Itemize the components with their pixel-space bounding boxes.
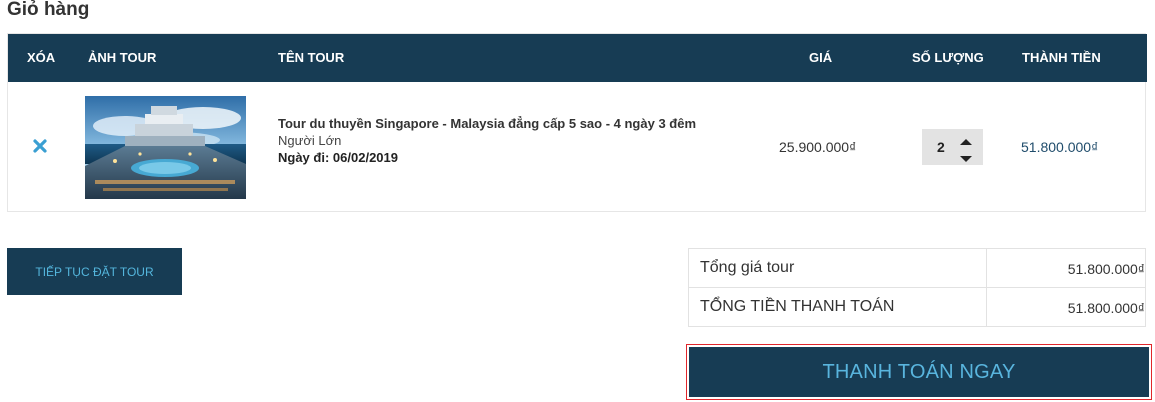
continue-booking-button[interactable]: TIẾP TỤC ĐẶT TOUR [7,248,182,295]
cart-table: XÓA ẢNH TOUR TÊN TOUR GIÁ SỐ LƯỢNG THÀNH… [7,33,1147,212]
quantity-stepper[interactable]: 2 [922,129,983,165]
tour-name[interactable]: Tour du thuyền Singapore - Malaysia đẳng… [278,115,696,132]
grand-total-label: TỔNG TIỀN THANH TOÁN [700,298,895,315]
unit-price: 25.900.000₫ [779,139,857,155]
header-image: ẢNH TOUR [88,50,157,65]
table-row: Tour du thuyền Singapore - Malaysia đẳng… [8,82,1145,212]
summary-row-subtotal: Tổng giá tour 51.800.000₫ [689,249,1145,288]
caret-down-icon[interactable] [959,151,973,162]
line-total: 51.800.000₫ [1021,139,1099,155]
tour-passenger-type: Người Lớn [278,133,342,148]
header-name: TÊN TOUR [278,50,345,65]
summary-row-grand-total: TỔNG TIỀN THANH TOÁN 51.800.000₫ [689,288,1145,327]
header-delete: XÓA [27,50,56,65]
header-price: GIÁ [809,50,833,65]
tour-date-value: 06/02/2019 [332,150,398,165]
pay-now-button[interactable]: THANH TOÁN NGAY [689,347,1149,397]
pay-now-highlight: THANH TOÁN NGAY [686,344,1152,400]
summary-divider [986,249,987,288]
subtotal-label: Tổng giá tour [700,259,795,276]
summary-divider [986,288,987,327]
caret-up-icon[interactable] [959,134,973,145]
tour-info: Tour du thuyền Singapore - Malaysia đẳng… [278,115,696,166]
close-icon[interactable] [32,138,48,154]
header-quantity: SỐ LƯỢNG [912,50,984,65]
subtotal-value: 51.800.000₫ [1067,261,1145,277]
header-total: THÀNH TIỀN [1022,50,1101,65]
cart-table-header: XÓA ẢNH TOUR TÊN TOUR GIÁ SỐ LƯỢNG THÀNH… [8,34,1147,82]
order-summary: Tổng giá tour 51.800.000₫ TỔNG TIỀN THAN… [688,248,1146,327]
tour-image[interactable] [85,96,246,199]
quantity-value[interactable]: 2 [937,139,945,155]
page-title: Giỏ hàng [7,0,90,20]
tour-departure-date: Ngày đi: 06/02/2019 [278,149,696,166]
grand-total-value: 51.800.000₫ [1067,300,1145,316]
tour-date-label: Ngày đi: [278,150,330,165]
